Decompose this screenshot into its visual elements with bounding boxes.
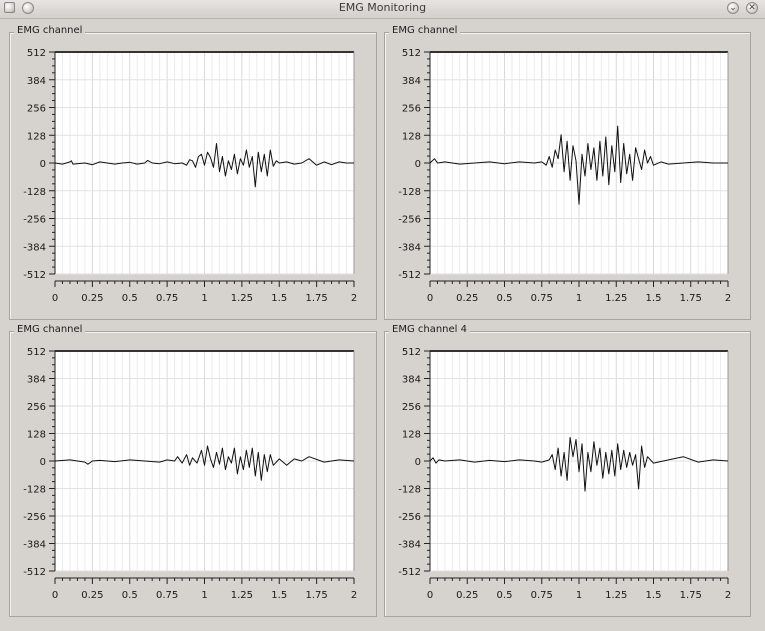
emg-channel-1-plot: 512 384 256 128 0 -128 -256 -384 -512 0 0.25 0.5 0.7… [23,48,357,304]
y-tick-label: 256 [27,402,46,413]
y-tick-label: -128 [23,187,46,198]
emg-channel-4-panel: EMG channel 4 512 384 256 128 0 -128 -256 -384-… [384,324,751,617]
x-tick-label: 1.25 [605,293,627,304]
y-tick-label: -256 [398,215,421,226]
y-tick-label: -128 [398,485,421,496]
x-tick-label: 0 [427,293,433,304]
window-title: EMG Monitoring [338,1,427,14]
x-tick-label: 0.75 [531,293,553,304]
y-tick-label: 384 [27,375,46,386]
x-tick-label: 1.75 [305,590,327,601]
y-tick-label: 128 [27,430,46,441]
x-tick-label: 0.25 [81,293,103,304]
y-tick-label: -384 [23,540,46,551]
x-tick-label: 1.25 [231,590,253,601]
y-tick-label: 512 [402,347,421,358]
y-tick-label: -384 [398,242,421,253]
x-tick-label: 0 [52,293,58,304]
close-button[interactable]: ✕ [746,2,758,14]
x-tick-label: 0.25 [456,590,478,601]
x-tick-label: 0.75 [531,590,553,601]
emg-channel-1-panel: EMG channel 512 384 256 128 0 -128 -256 -384 -51… [9,25,377,320]
x-tick-label: 0 [427,590,433,601]
y-tick-label: 0 [40,159,46,170]
y-tick-label: -256 [398,512,421,523]
x-tick-label: 1.5 [646,590,662,601]
x-tick-label: 1.5 [646,293,662,304]
emg-channel-3-panel: EMG channel 512 384 256 128 0 -128 -256 -384 -51… [9,324,377,617]
window-titlebar[interactable]: EMG Monitoring ⌄ ✕ [0,0,765,19]
minimize-button[interactable]: ⌄ [727,2,739,14]
y-tick-label: -384 [23,242,46,253]
y-tick-label: -256 [23,512,46,523]
x-tick-label: 1.75 [305,293,327,304]
emg-channel-2-panel: EMG channel 512 384 256 128 0 -128 -256 -384 -51… [384,25,751,320]
x-tick-label: 1 [201,590,207,601]
x-tick-label: 1.5 [271,293,287,304]
x-tick-label: 1 [201,293,207,304]
y-tick-label: -256 [23,215,46,226]
x-tick-label: 0.25 [81,590,103,601]
x-tick-label: 0.5 [122,293,138,304]
x-tick-label: 0.75 [156,293,178,304]
x-tick-label: 0.5 [497,590,513,601]
x-tick-label: 1.75 [680,590,702,601]
x-tick-label: 0.5 [122,590,138,601]
x-tick-label: 1.25 [231,293,253,304]
y-tick-label: -512 [398,270,421,281]
x-tick-label: 0.25 [456,293,478,304]
y-tick-label: 256 [402,104,421,115]
emg-channel-2-plot: 512 384 256 128 0 -128 -256 -384 -512 0 0.25 0.5 0.7… [398,48,731,304]
y-tick-label: 512 [27,48,46,59]
y-tick-label: 128 [402,131,421,142]
emg-channel-3-plot: 512 384 256 128 0 -128 -256 -384 -512 0 0.25 0.5 0.7… [23,347,357,601]
y-tick-label: -128 [398,187,421,198]
y-tick-label: -512 [23,567,46,578]
y-tick-label: 384 [402,375,421,386]
x-tick-label: 0 [52,590,58,601]
y-tick-label: 128 [27,131,46,142]
x-tick-label: 2 [351,293,357,304]
emg-channel-4-plot: 512 384 256 128 0 -128 -256 -384 -512 0 0.25 0.5 0.7… [398,347,731,601]
x-tick-label: 1.75 [680,293,702,304]
x-tick-label: 0.75 [156,590,178,601]
y-tick-label: 0 [415,457,421,468]
y-tick-label: -128 [23,485,46,496]
y-tick-label: 0 [40,457,46,468]
x-tick-label: 2 [351,590,357,601]
x-tick-label: 1.5 [271,590,287,601]
y-tick-label: 256 [402,402,421,413]
x-tick-label: 1 [576,293,582,304]
y-tick-label: -512 [398,567,421,578]
x-tick-label: 0.5 [497,293,513,304]
y-tick-label: 256 [27,104,46,115]
y-tick-label: -384 [398,540,421,551]
y-tick-label: 0 [415,159,421,170]
x-tick-label: 1.25 [605,590,627,601]
y-tick-label: 384 [27,76,46,87]
x-tick-label: 2 [725,590,731,601]
y-tick-label: -512 [23,270,46,281]
y-tick-label: 384 [402,76,421,87]
x-tick-label: 1 [576,590,582,601]
y-tick-label: 512 [402,48,421,59]
y-tick-label: 128 [402,430,421,441]
x-tick-label: 2 [725,293,731,304]
y-tick-label: 512 [27,347,46,358]
